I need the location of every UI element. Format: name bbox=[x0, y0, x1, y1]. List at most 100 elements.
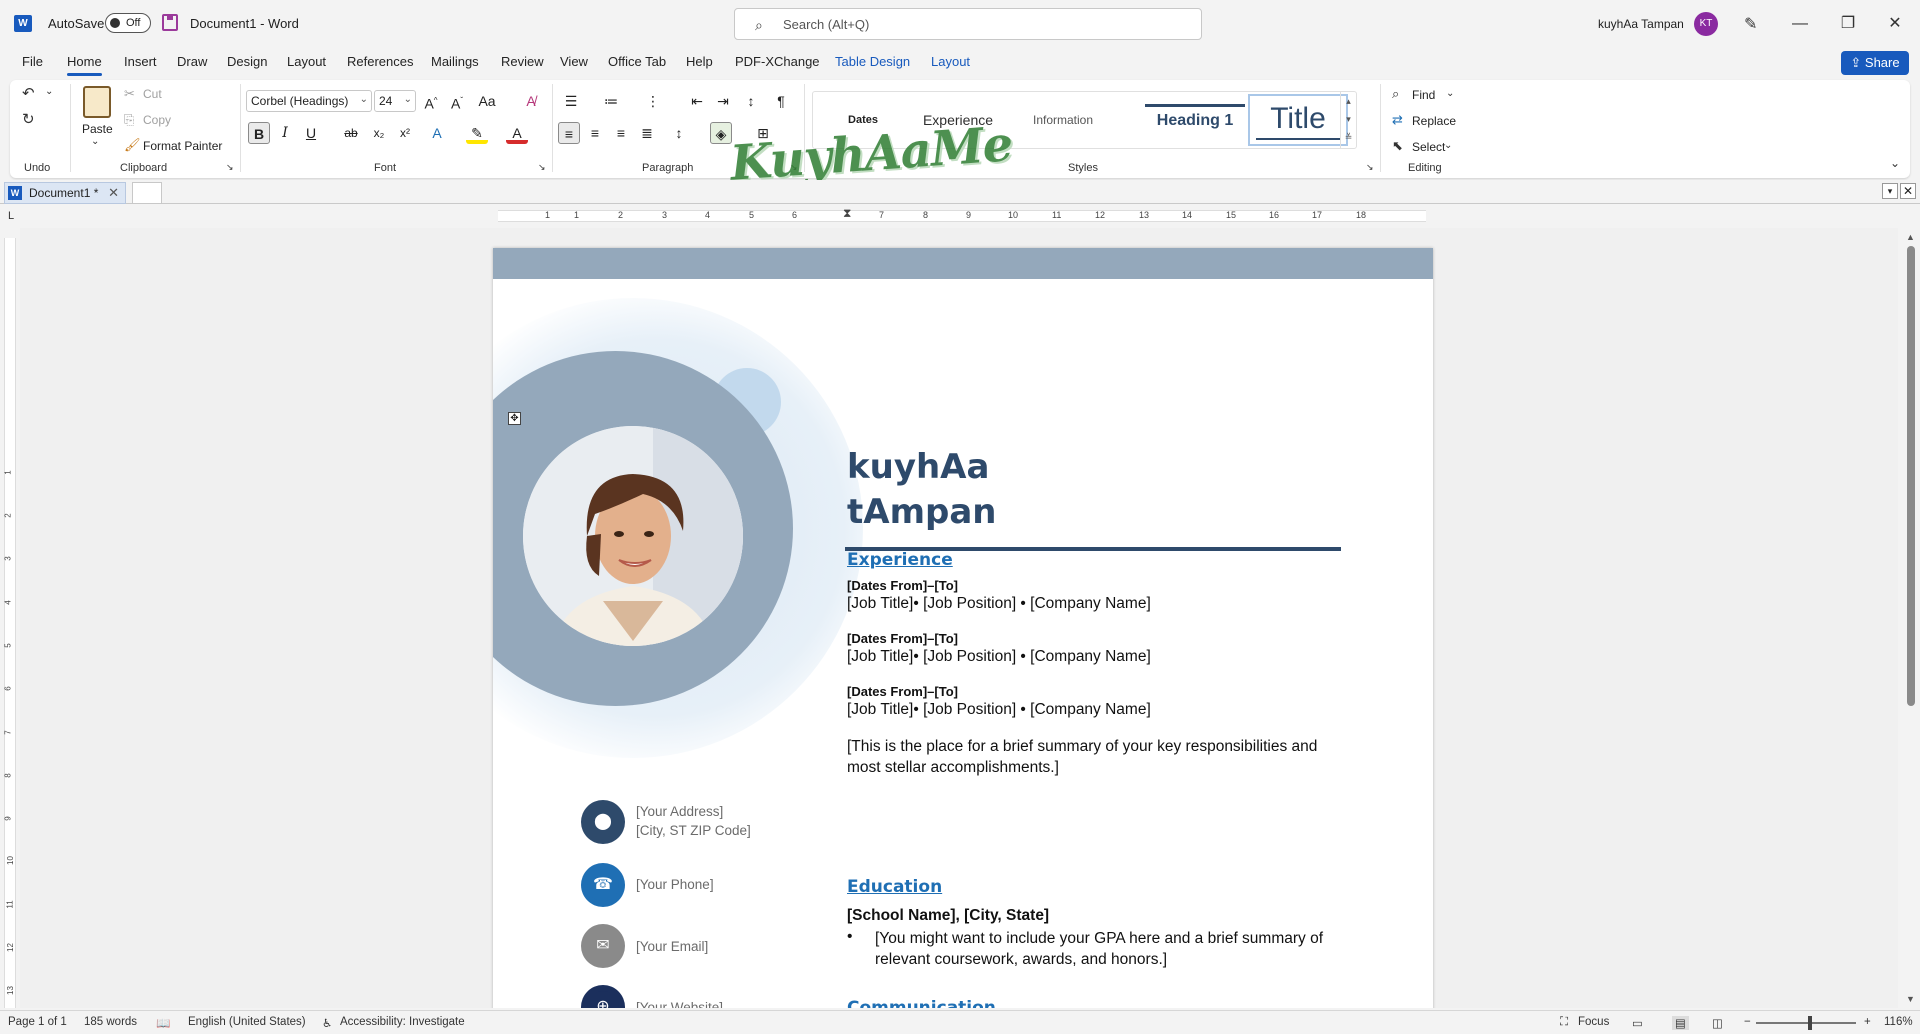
tab-list-dropdown-icon[interactable]: ▾ bbox=[1882, 183, 1898, 199]
autosave-toggle[interactable]: Off bbox=[105, 13, 151, 33]
collapse-ribbon-icon[interactable]: ⌄ bbox=[1890, 156, 1900, 170]
zoom-out-icon[interactable]: − bbox=[1744, 1016, 1751, 1028]
tab-table-design[interactable]: Table Design bbox=[835, 54, 910, 69]
zoom-in-icon[interactable]: + bbox=[1864, 1016, 1871, 1028]
tab-table-layout[interactable]: Layout bbox=[931, 54, 970, 69]
increase-indent-icon[interactable]: ⇥ bbox=[712, 90, 734, 112]
document-tab[interactable]: W Document1 * ✕ bbox=[4, 182, 126, 204]
minimize-button[interactable]: — bbox=[1785, 12, 1815, 36]
tab-references[interactable]: References bbox=[347, 54, 413, 69]
styles-launcher-icon[interactable]: ↘ bbox=[1366, 162, 1374, 173]
page-count[interactable]: Page 1 of 1 bbox=[8, 1016, 67, 1028]
user-name[interactable]: kuyhAa Tampan bbox=[1598, 17, 1684, 31]
next-section-heading[interactable]: Communication bbox=[847, 998, 996, 1008]
email-text[interactable]: [Your Email] bbox=[636, 937, 708, 956]
experience-heading[interactable]: Experience bbox=[847, 550, 953, 570]
indent-marker-icon[interactable]: ⧗ bbox=[843, 206, 851, 221]
select-button[interactable]: Select bbox=[1412, 140, 1445, 154]
find-button[interactable]: Find bbox=[1412, 88, 1435, 102]
tab-pdf-xchange[interactable]: PDF-XChange bbox=[735, 54, 820, 69]
tab-review[interactable]: Review bbox=[501, 54, 544, 69]
education-heading[interactable]: Education bbox=[847, 877, 942, 897]
bullets-icon[interactable]: ☰ bbox=[560, 90, 582, 112]
zoom-slider[interactable] bbox=[1756, 1022, 1856, 1024]
font-launcher-icon[interactable]: ↘ bbox=[538, 162, 546, 173]
new-tab-button[interactable] bbox=[132, 182, 162, 204]
education-note[interactable]: [You might want to include your GPA here… bbox=[875, 928, 1345, 970]
read-mode-icon[interactable]: ▭ bbox=[1632, 1016, 1643, 1030]
vertical-scrollbar[interactable]: ▲ ▼ bbox=[1902, 228, 1920, 1008]
align-center-icon[interactable]: ≡ bbox=[584, 122, 606, 144]
replace-button[interactable]: Replace bbox=[1412, 114, 1456, 128]
address-lines[interactable]: [Your Address] [City, ST ZIP Code] bbox=[636, 802, 751, 840]
document-page[interactable]: ✥ kuyhAa tAmpan Experience [Dates From]–… bbox=[493, 248, 1433, 1008]
underline-icon[interactable]: U bbox=[300, 122, 322, 144]
language[interactable]: English (United States) bbox=[188, 1016, 306, 1028]
avatar[interactable]: KT bbox=[1694, 12, 1718, 36]
website-text[interactable]: [Your Website] bbox=[636, 998, 723, 1008]
bold-icon[interactable]: B bbox=[248, 122, 270, 144]
phone-text[interactable]: [Your Phone] bbox=[636, 875, 714, 894]
zoom-level[interactable]: 116% bbox=[1884, 1016, 1913, 1028]
restore-button[interactable]: ❐ bbox=[1833, 12, 1863, 36]
job-line[interactable]: [Job Title]• [Job Position] • [Company N… bbox=[847, 595, 1151, 613]
resume-name[interactable]: kuyhAa tAmpan bbox=[847, 445, 996, 535]
cut-button[interactable]: Cut bbox=[143, 87, 162, 101]
close-button[interactable]: ✕ bbox=[1880, 12, 1910, 36]
paste-button[interactable]: Paste bbox=[82, 122, 113, 136]
line-spacing-icon[interactable]: ↕ bbox=[668, 122, 690, 144]
zoom-slider-thumb[interactable] bbox=[1808, 1016, 1812, 1030]
scroll-up-icon[interactable]: ▴ bbox=[1341, 92, 1356, 110]
numbering-icon[interactable]: ≔ bbox=[600, 90, 622, 112]
paste-dropdown-icon[interactable]: ⌄ bbox=[91, 136, 99, 147]
more-styles-icon[interactable]: ≚ bbox=[1341, 128, 1356, 146]
tab-draw[interactable]: Draw bbox=[177, 54, 207, 69]
grow-font-icon[interactable]: A^ bbox=[420, 90, 442, 112]
multilevel-list-icon[interactable]: ⋮ bbox=[642, 90, 664, 112]
focus-button[interactable]: Focus bbox=[1578, 1016, 1609, 1028]
font-color-icon[interactable]: A bbox=[506, 122, 528, 144]
redo-icon[interactable]: ↻ bbox=[22, 110, 35, 128]
proofing-icon[interactable]: 📖 bbox=[156, 1016, 170, 1030]
paste-icon[interactable] bbox=[83, 86, 111, 118]
decrease-indent-icon[interactable]: ⇤ bbox=[686, 90, 708, 112]
copy-button[interactable]: Copy bbox=[143, 113, 171, 127]
tab-layout[interactable]: Layout bbox=[287, 54, 326, 69]
chevron-down-icon[interactable]: ⌄ bbox=[1444, 140, 1452, 151]
word-count[interactable]: 185 words bbox=[84, 1016, 137, 1028]
document-canvas[interactable]: ✥ kuyhAa tAmpan Experience [Dates From]–… bbox=[20, 228, 1898, 1008]
change-case-icon[interactable]: Aa bbox=[476, 90, 498, 112]
tab-insert[interactable]: Insert bbox=[124, 54, 157, 69]
format-painter-button[interactable]: Format Painter bbox=[143, 139, 222, 153]
search-box[interactable]: ⌕ Search (Alt+Q) bbox=[734, 8, 1202, 40]
scroll-down-icon[interactable]: ▾ bbox=[1341, 110, 1356, 128]
style-heading-1[interactable]: Heading 1 bbox=[1145, 104, 1245, 152]
undo-dropdown-icon[interactable]: ⌄ bbox=[45, 86, 53, 97]
job-dates[interactable]: [Dates From]–[To] bbox=[847, 684, 958, 699]
share-button[interactable]: ⇪ Share bbox=[1841, 51, 1909, 75]
job-dates[interactable]: [Dates From]–[To] bbox=[847, 578, 958, 593]
pen-icon[interactable]: ✎ bbox=[1744, 14, 1757, 34]
clear-formatting-icon[interactable]: A̸ bbox=[520, 90, 542, 112]
text-effects-icon[interactable]: A bbox=[426, 122, 448, 144]
tab-help[interactable]: Help bbox=[686, 54, 713, 69]
shrink-font-icon[interactable]: Aˇ bbox=[446, 90, 468, 112]
highlight-icon[interactable]: ✎ bbox=[466, 122, 488, 144]
accessibility-status[interactable]: Accessibility: Investigate bbox=[340, 1016, 465, 1028]
scroll-down-icon[interactable]: ▼ bbox=[1906, 994, 1915, 1004]
tab-mailings[interactable]: Mailings bbox=[431, 54, 479, 69]
show-formatting-icon[interactable]: ¶ bbox=[770, 90, 792, 112]
styles-scroll[interactable]: ▴ ▾ ≚ bbox=[1340, 92, 1356, 148]
print-layout-icon[interactable]: ▤ bbox=[1672, 1016, 1689, 1030]
align-right-icon[interactable]: ≡ bbox=[610, 122, 632, 144]
font-name-combo[interactable]: Corbel (Headings) ⌄ bbox=[246, 90, 372, 112]
clipboard-launcher-icon[interactable]: ↘ bbox=[226, 162, 234, 173]
tab-home[interactable]: Home bbox=[67, 54, 102, 76]
tab-office-tab[interactable]: Office Tab bbox=[608, 54, 666, 69]
tab-selector-icon[interactable]: L bbox=[8, 210, 14, 222]
justify-icon[interactable]: ≣ bbox=[636, 122, 658, 144]
undo-icon[interactable]: ↶ bbox=[22, 84, 35, 102]
job-dates[interactable]: [Dates From]–[To] bbox=[847, 631, 958, 646]
tab-view[interactable]: View bbox=[560, 54, 588, 69]
experience-summary[interactable]: [This is the place for a brief summary o… bbox=[847, 736, 1347, 778]
